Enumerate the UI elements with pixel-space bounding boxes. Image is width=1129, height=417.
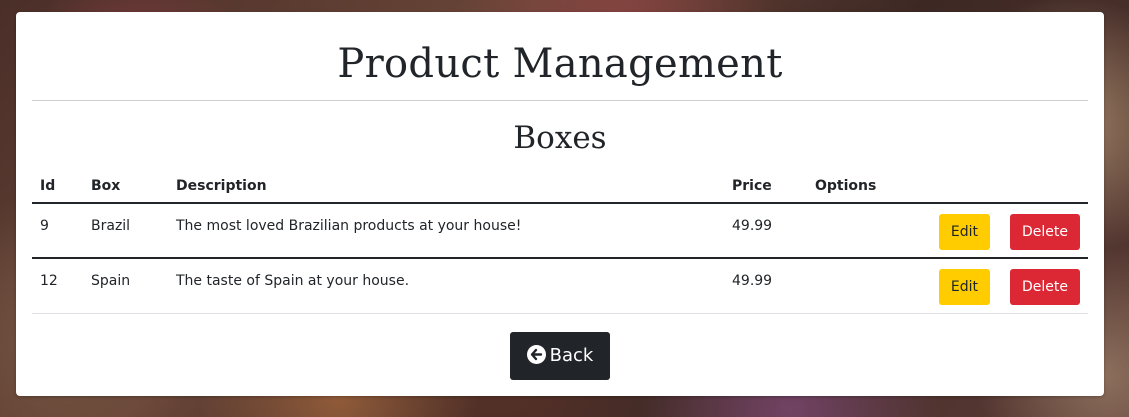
section-title: Boxes bbox=[513, 120, 607, 156]
page-title: Product Management bbox=[337, 41, 783, 87]
column-header-description: Description bbox=[168, 169, 724, 204]
cell-id: 9 bbox=[32, 203, 83, 259]
cell-options bbox=[807, 258, 906, 314]
cell-id: 12 bbox=[32, 258, 83, 314]
cell-actions: Edit Delete bbox=[906, 258, 1088, 314]
product-management-card: Product Management Boxes Id Box Descript… bbox=[16, 12, 1104, 396]
cell-price: 49.99 bbox=[724, 258, 807, 314]
edit-button[interactable]: Edit bbox=[938, 214, 990, 250]
table-header-row: Id Box Description Price Options bbox=[32, 169, 1088, 204]
back-button-label: Back bbox=[549, 345, 594, 366]
delete-button[interactable]: Delete bbox=[1010, 269, 1080, 305]
arrow-circle-left-icon bbox=[526, 345, 546, 364]
column-header-id: Id bbox=[32, 169, 83, 204]
cell-options bbox=[807, 203, 906, 259]
column-header-box: Box bbox=[83, 169, 168, 204]
back-button-container: Back bbox=[16, 332, 1104, 380]
cell-price: 49.99 bbox=[724, 203, 807, 259]
table-row: 9 Brazil The most loved Brazilian produc… bbox=[32, 203, 1088, 259]
back-button[interactable]: Back bbox=[509, 332, 611, 380]
title-divider bbox=[32, 100, 1088, 101]
table-row: 12 Spain The taste of Spain at your hous… bbox=[32, 258, 1088, 314]
column-header-options: Options bbox=[807, 169, 906, 204]
boxes-table: Id Box Description Price Options 9 Brazi… bbox=[32, 169, 1088, 314]
cell-description: The taste of Spain at your house. bbox=[168, 258, 724, 314]
cell-actions: Edit Delete bbox=[906, 203, 1088, 259]
delete-button[interactable]: Delete bbox=[1010, 214, 1080, 250]
cell-description: The most loved Brazilian products at you… bbox=[168, 203, 724, 259]
cell-box: Spain bbox=[83, 258, 168, 314]
column-header-actions bbox=[906, 169, 1088, 204]
column-header-price: Price bbox=[724, 169, 807, 204]
edit-button[interactable]: Edit bbox=[938, 269, 990, 305]
cell-box: Brazil bbox=[83, 203, 168, 259]
